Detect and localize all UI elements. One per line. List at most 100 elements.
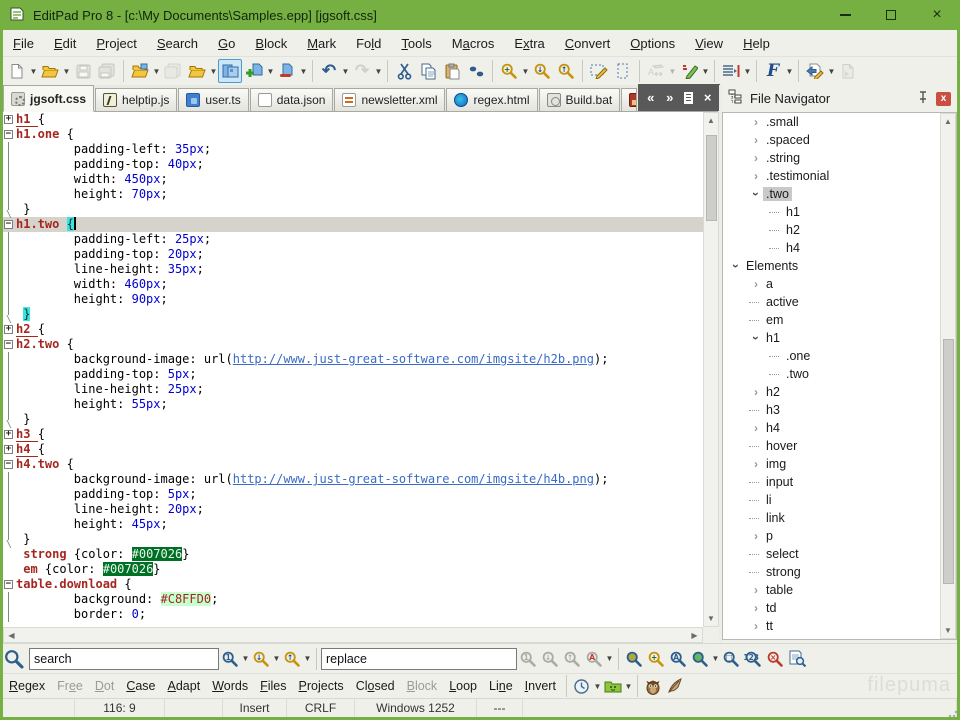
- code-line[interactable]: background-image: url(http://www.just-gr…: [3, 472, 703, 487]
- fold-collapse-icon[interactable]: −: [4, 580, 13, 589]
- chevron-right-icon[interactable]: ›: [749, 133, 763, 147]
- search-in-selection-toggle[interactable]: □: [720, 647, 742, 671]
- menu-convert[interactable]: Convert: [555, 32, 621, 55]
- chevron-right-icon[interactable]: ›: [749, 457, 763, 471]
- close-tab-button[interactable]: ×: [699, 87, 716, 108]
- code-line[interactable]: line-height: 20px;: [3, 502, 703, 517]
- search-history-button[interactable]: [571, 674, 593, 698]
- code-line[interactable]: −h1.one {: [3, 127, 703, 142]
- close-navigator-button[interactable]: x: [936, 92, 951, 106]
- nav-scroll-thumb[interactable]: [943, 339, 954, 584]
- code-line[interactable]: padding-top: 40px;: [3, 157, 703, 172]
- tree-item-two[interactable]: ›.two: [723, 185, 956, 203]
- tab-jgsoft-css[interactable]: jgsoft.css: [3, 85, 94, 112]
- cut-button[interactable]: [392, 59, 416, 83]
- chevron-right-icon[interactable]: ›: [749, 421, 763, 435]
- tab-regex-html[interactable]: regex.html: [446, 88, 537, 111]
- code-line[interactable]: height: 70px;: [3, 187, 703, 202]
- current-code-line[interactable]: −h1.two {: [3, 217, 703, 232]
- search-next-button[interactable]: ↓: [530, 59, 554, 83]
- menu-mark[interactable]: Mark: [297, 32, 346, 55]
- count-matches-button[interactable]: 123: [742, 647, 764, 671]
- open-project-button[interactable]: [128, 59, 152, 83]
- code-line[interactable]: padding-left: 25px;: [3, 232, 703, 247]
- tree-item-small[interactable]: ›.small: [723, 113, 956, 131]
- code-line[interactable]: \ }: [3, 412, 703, 427]
- copy-button[interactable]: [416, 59, 440, 83]
- menu-go[interactable]: Go: [208, 32, 245, 55]
- chevron-down-icon[interactable]: ›: [749, 331, 763, 345]
- tab-m[interactable]: M: [621, 88, 637, 111]
- menu-edit[interactable]: Edit: [44, 32, 86, 55]
- search-input[interactable]: [29, 648, 219, 670]
- close-file-button[interactable]: [275, 59, 299, 83]
- tree-item-select[interactable]: select: [723, 545, 956, 563]
- fold-collapse-icon[interactable]: −: [4, 460, 13, 469]
- nav-scroll-down-icon[interactable]: ▼: [941, 623, 955, 638]
- font-button-dropdown[interactable]: ▼: [785, 60, 794, 82]
- tree-item-h1[interactable]: ›h1: [723, 329, 956, 347]
- tree-item-Elements[interactable]: ›Elements: [723, 257, 956, 275]
- scroll-up-icon[interactable]: ▲: [704, 113, 718, 128]
- code-line[interactable]: height: 90px;: [3, 292, 703, 307]
- toggle-words[interactable]: Words: [206, 676, 254, 696]
- clear-search-button-dropdown[interactable]: ▼: [711, 648, 720, 670]
- find-first-button-dropdown[interactable]: ▼: [241, 648, 250, 670]
- tree-item-active[interactable]: active: [723, 293, 956, 311]
- toggle-adapt[interactable]: Adapt: [162, 676, 207, 696]
- tree-item-link[interactable]: link: [723, 509, 956, 527]
- new-file-button[interactable]: [5, 59, 29, 83]
- code-line[interactable]: height: 45px;: [3, 517, 703, 532]
- spell-check-button-dropdown[interactable]: ▼: [701, 60, 710, 82]
- menu-options[interactable]: Options: [620, 32, 685, 55]
- code-line[interactable]: width: 450px;: [3, 172, 703, 187]
- tree-item-two[interactable]: .two: [723, 365, 956, 383]
- toggle-files[interactable]: Files: [254, 676, 292, 696]
- tree-item-li[interactable]: li: [723, 491, 956, 509]
- toggle-closed[interactable]: Closed: [350, 676, 401, 696]
- chevron-right-icon[interactable]: ›: [749, 115, 763, 129]
- find-previous-button-dropdown[interactable]: ▼: [303, 648, 312, 670]
- tree-item-img[interactable]: ›img: [723, 455, 956, 473]
- toggle-invert[interactable]: Invert: [519, 676, 562, 696]
- menu-macros[interactable]: Macros: [442, 32, 505, 55]
- regexbuddy-owl-button[interactable]: [642, 674, 664, 698]
- tree-item-one[interactable]: .one: [723, 347, 956, 365]
- find-previous-button[interactable]: ↑: [281, 647, 303, 671]
- indent-button[interactable]: [719, 59, 743, 83]
- menu-help[interactable]: Help: [733, 32, 780, 55]
- redo-button-dropdown[interactable]: ▼: [374, 60, 383, 82]
- instant-open-button-dropdown[interactable]: ▼: [827, 60, 836, 82]
- code-line[interactable]: border: 0;: [3, 607, 703, 622]
- code-line[interactable]: +h3 {: [3, 427, 703, 442]
- code-line[interactable]: height: 55px;: [3, 397, 703, 412]
- tree-item-tt[interactable]: ›tt: [723, 617, 956, 635]
- favorite-searches-button-dropdown[interactable]: ▼: [624, 675, 633, 697]
- find-next-button-dropdown[interactable]: ▼: [272, 648, 281, 670]
- nav-scroll-up-icon[interactable]: ▲: [941, 114, 955, 129]
- tree-item-strong[interactable]: strong: [723, 563, 956, 581]
- incremental-search-toggle[interactable]: +: [645, 647, 667, 671]
- menu-fold[interactable]: Fold: [346, 32, 391, 55]
- chevron-right-icon[interactable]: ›: [749, 601, 763, 615]
- code-line[interactable]: −h4.two {: [3, 457, 703, 472]
- tree-item-testimonial[interactable]: ›.testimonial: [723, 167, 956, 185]
- url-link[interactable]: http://www.just-great-software.com/imgsi…: [233, 352, 594, 366]
- maximize-button[interactable]: [868, 0, 914, 30]
- editor-horizontal-scrollbar[interactable]: ◀ ▶: [3, 627, 703, 643]
- code-line[interactable]: +h2 {: [3, 322, 703, 337]
- cut-matches-button[interactable]: ×: [764, 647, 786, 671]
- edit-rect-selection-button[interactable]: [587, 59, 611, 83]
- search-previous-button[interactable]: ↑: [554, 59, 578, 83]
- tree-item-a[interactable]: ›a: [723, 275, 956, 293]
- code-line[interactable]: −h2.two {: [3, 337, 703, 352]
- replace-all-button[interactable]: A: [583, 647, 605, 671]
- find-next-button[interactable]: ↓: [250, 647, 272, 671]
- menu-extra[interactable]: Extra: [504, 32, 554, 55]
- project-panel-toggle[interactable]: [218, 59, 242, 83]
- tree-item-h1[interactable]: h1: [723, 203, 956, 221]
- code-line[interactable]: +h4 {: [3, 442, 703, 457]
- chevron-down-icon[interactable]: ›: [729, 259, 743, 273]
- tree-item-h3[interactable]: h3: [723, 401, 956, 419]
- scroll-down-icon[interactable]: ▼: [704, 611, 718, 626]
